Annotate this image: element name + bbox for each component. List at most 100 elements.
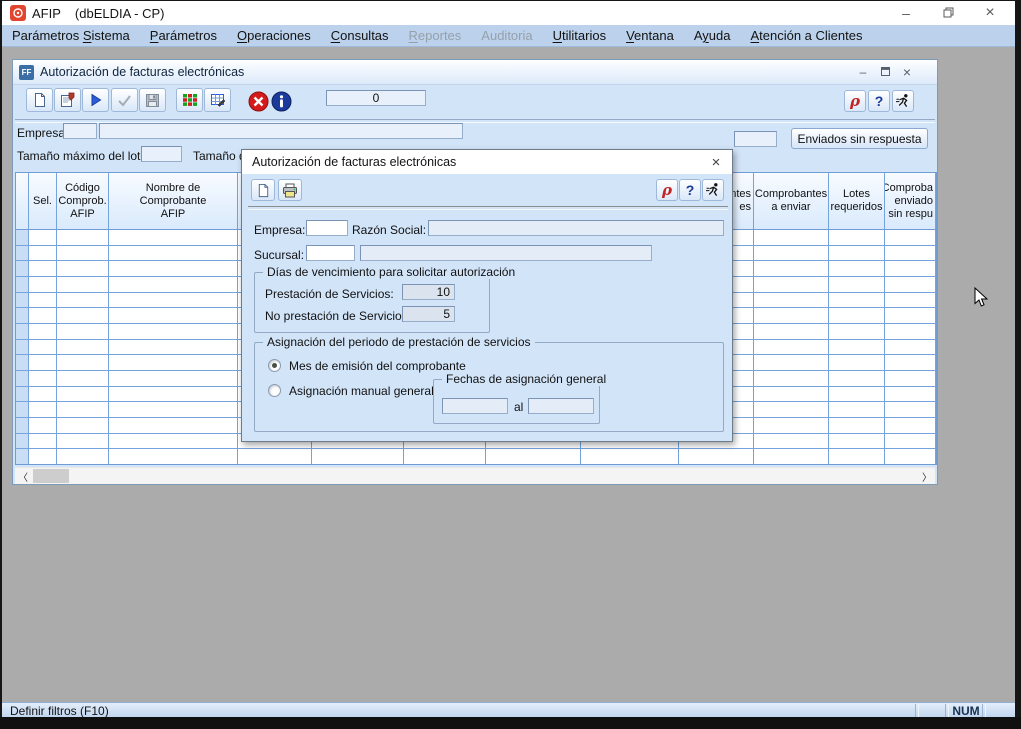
fecha-hasta-field[interactable]	[528, 398, 594, 414]
table-cell	[754, 293, 829, 308]
table-cell	[57, 324, 109, 339]
table-cell	[829, 387, 885, 402]
group-fechas-asignacion: Fechas de asignación general al	[433, 379, 600, 424]
child-window-title: Autorización de facturas electrónicas	[40, 65, 244, 79]
dialog-cancel-rho-button[interactable]: ρ	[656, 179, 678, 201]
dialog-new-button[interactable]	[251, 179, 275, 201]
menu-item-reportes[interactable]: Reportes	[399, 25, 472, 46]
table-cell	[754, 355, 829, 370]
table-cell	[109, 230, 238, 245]
column-header-sel[interactable]: Sel.	[29, 173, 57, 229]
menu-item-ayuda[interactable]: Ayuda	[684, 25, 741, 46]
form-icon: FF	[19, 65, 34, 80]
menu-item-par-metros-sistema[interactable]: Parámetros Sistema	[2, 25, 140, 46]
dialog-print-button[interactable]	[278, 179, 302, 201]
dialog-empresa-label: Empresa:	[254, 223, 305, 237]
razon-social-field[interactable]	[428, 220, 724, 236]
row-selector-cell	[16, 308, 29, 323]
empresa-code-field[interactable]	[63, 123, 97, 139]
radio-mes-emision[interactable]	[268, 359, 281, 372]
menu-item-par-metros[interactable]: Parámetros	[140, 25, 227, 46]
table-cell	[754, 308, 829, 323]
run-button[interactable]	[82, 88, 109, 112]
table-row[interactable]	[16, 449, 936, 464]
dialog-empresa-field[interactable]	[306, 220, 348, 236]
group-fechas-asignacion-title: Fechas de asignación general	[442, 372, 610, 386]
cancel-rho-button[interactable]: ρ	[844, 90, 866, 112]
group-dias-vencimiento-title: Días de vencimiento para solicitar autor…	[263, 265, 519, 279]
row-selector-cell	[16, 277, 29, 292]
row-selector-cell	[16, 387, 29, 402]
table-cell	[829, 371, 885, 386]
check-icon	[117, 94, 132, 107]
child-close-button[interactable]: ×	[898, 63, 916, 80]
exit-button[interactable]	[892, 90, 914, 112]
table-cell	[29, 434, 57, 449]
table-cell	[57, 246, 109, 261]
dialog-close-button[interactable]: ×	[706, 153, 726, 171]
scrollbar-thumb[interactable]	[33, 469, 69, 483]
table-pencil-icon	[210, 92, 226, 108]
table-cell	[885, 277, 936, 292]
info-circle-icon[interactable]	[271, 91, 292, 112]
extra-field[interactable]	[734, 131, 777, 147]
table-cell	[754, 434, 829, 449]
menu-item-ventana[interactable]: Ventana	[616, 25, 684, 46]
column-header-comprobantes-enviados-sin-respuesta[interactable]: Comprobaenviadosin respu	[885, 173, 936, 229]
minimize-button[interactable]: –	[889, 1, 923, 24]
menu-item-atenci-n-a-clientes[interactable]: Atención a Clientes	[740, 25, 872, 46]
fecha-desde-field[interactable]	[442, 398, 508, 414]
table-cell	[754, 418, 829, 433]
dialog-help-button[interactable]: ?	[679, 179, 701, 201]
table-cell	[754, 277, 829, 292]
sucursal-field[interactable]	[306, 245, 355, 261]
table-cell	[29, 308, 57, 323]
no-prestacion-field[interactable]: 5	[402, 306, 455, 322]
play-icon	[89, 93, 103, 107]
menu-item-consultas[interactable]: Consultas	[321, 25, 399, 46]
lote-max-label: Tamaño máximo del lote:	[17, 149, 150, 163]
grid-edit-button[interactable]	[204, 88, 231, 112]
window-title: AFIP	[32, 6, 61, 21]
enviados-sin-respuesta-button[interactable]: Enviados sin respuesta	[791, 128, 928, 149]
menu-item-utilitarios[interactable]: Utilitarios	[543, 25, 616, 46]
menu-item-auditoria[interactable]: Auditoria	[471, 25, 542, 46]
empresa-name-field[interactable]	[99, 123, 463, 139]
table-cell	[57, 261, 109, 276]
row-selector-cell	[16, 230, 29, 245]
dialog-exit-button[interactable]	[702, 179, 724, 201]
column-header-comprobantes-a-enviar[interactable]: Comprobantesa enviar	[754, 173, 829, 229]
num-lock-indicator: NUM	[950, 704, 982, 717]
column-header-codigo-comprob-afip[interactable]: CódigoComprob.AFIP	[57, 173, 109, 229]
table-cell	[57, 277, 109, 292]
properties-button[interactable]	[54, 88, 81, 112]
close-button[interactable]: ×	[973, 1, 1007, 24]
table-cell	[57, 293, 109, 308]
prestacion-field[interactable]: 10	[402, 284, 455, 300]
scroll-left-arrow[interactable]: 〈	[15, 468, 31, 484]
scroll-right-arrow[interactable]: 〉	[919, 468, 935, 484]
table-cell	[29, 355, 57, 370]
cancel-circle-icon[interactable]	[248, 91, 269, 112]
lote-max-field[interactable]	[141, 146, 182, 162]
batch-button[interactable]	[176, 88, 203, 112]
column-header-row-selector[interactable]	[16, 173, 29, 229]
horizontal-scrollbar[interactable]: 〈 〉	[15, 467, 935, 484]
new-button[interactable]	[26, 88, 53, 112]
radio-asignacion-manual[interactable]	[268, 384, 281, 397]
table-cell	[57, 340, 109, 355]
column-header-lotes-requeridos[interactable]: Lotesrequeridos	[829, 173, 885, 229]
table-cell	[829, 261, 885, 276]
child-minimize-button[interactable]: –	[854, 63, 872, 80]
table-cell	[29, 246, 57, 261]
restore-button[interactable]	[931, 1, 965, 24]
menu-item-operaciones[interactable]: Operaciones	[227, 25, 321, 46]
child-restore-button[interactable]	[876, 63, 894, 80]
confirm-button-disabled	[111, 88, 138, 112]
sucursal-desc-field[interactable]	[360, 245, 652, 261]
empresa-label: Empresa:	[17, 126, 68, 140]
table-cell	[109, 246, 238, 261]
column-header-nombre-comprobante-afip[interactable]: Nombre deComprobanteAFIP	[109, 173, 238, 229]
table-cell	[57, 434, 109, 449]
help-button[interactable]: ?	[868, 90, 890, 112]
